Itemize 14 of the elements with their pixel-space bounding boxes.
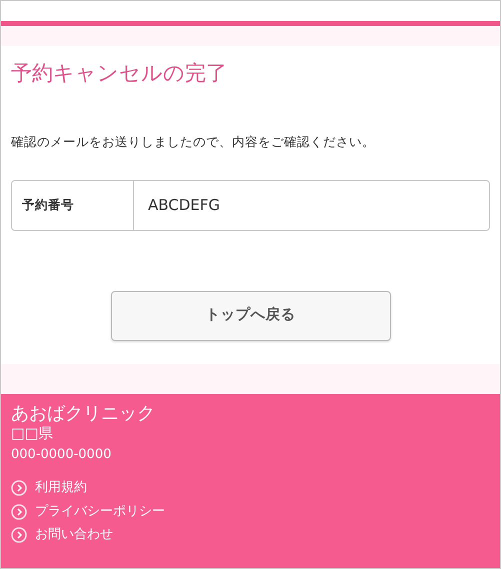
page-title: 予約キャンセルの完了 bbox=[11, 60, 228, 87]
back-to-top-button[interactable]: トップへ戻る bbox=[110, 291, 390, 342]
reservation-number-value: ABCDEFG bbox=[148, 195, 220, 216]
chevron-circle-icon bbox=[11, 527, 27, 544]
footer-link[interactable]: プライバシーポリシー bbox=[11, 502, 165, 522]
chevron-circle-icon bbox=[11, 480, 27, 496]
chevron-circle-icon bbox=[11, 504, 27, 520]
clinic-prefecture: □□県 bbox=[11, 425, 54, 444]
clinic-phone: 000-0000-0000 bbox=[11, 446, 112, 464]
reservation-number-label: 予約番号 bbox=[22, 196, 74, 214]
confirmation-message: 確認のメールをお送りしましたので、内容をご確認ください。 bbox=[11, 133, 376, 152]
clinic-name: あおばクリニック bbox=[11, 402, 156, 426]
footer-link[interactable]: 利用規約 bbox=[11, 478, 87, 498]
footer-link[interactable]: お問い合わせ bbox=[11, 525, 113, 545]
